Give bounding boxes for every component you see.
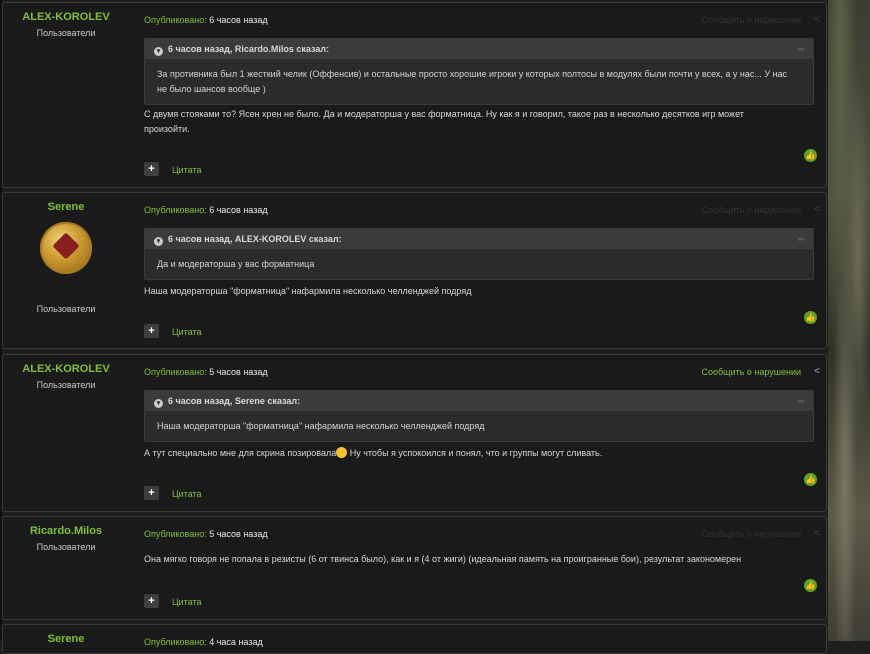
post-time[interactable]: 5 часов назад — [209, 529, 267, 539]
share-icon[interactable]: < — [814, 204, 820, 215]
published-label: Опубликовано: — [144, 15, 207, 25]
post-5: Serene Опубликовано: 4 часа назад — [2, 624, 827, 654]
published-label: Опубликовано: — [144, 367, 207, 377]
thumbs-up-icon[interactable]: 👍 — [804, 311, 817, 324]
report-button[interactable]: Сообщить о нарушении — [701, 15, 801, 25]
share-icon[interactable]: < — [814, 528, 820, 539]
post-time[interactable]: 6 часов назад — [209, 15, 267, 25]
post-time[interactable]: 6 часов назад — [209, 205, 267, 215]
quote-link-icon[interactable]: ➦ — [797, 391, 805, 411]
published-label: Опубликовано: — [144, 637, 207, 647]
post-author: Serene — [3, 625, 129, 645]
published-label: Опубликовано: — [144, 205, 207, 215]
post-text: С двумя стояками то? Ясен хрен не было. … — [144, 109, 744, 134]
post-text-part: А тут специально мне для скрина позирова… — [144, 448, 337, 458]
quote-text: Наша модераторша "форматница" нафармила … — [157, 421, 485, 431]
author-group: Пользователи — [36, 304, 96, 314]
quote-author: 6 часов назад, Ricardo.Milos сказал: — [168, 44, 330, 54]
plus-icon[interactable]: + — [144, 324, 159, 338]
author-name-link[interactable]: ALEX-KOROLEV — [3, 363, 129, 375]
post-time[interactable]: 5 часов назад — [209, 367, 267, 377]
post-author: ALEX-KOROLEV Пользователи — [3, 355, 129, 390]
report-button[interactable]: Сообщить о нарушении — [701, 205, 801, 215]
post-meta: Опубликовано: 5 часов назад — [144, 367, 268, 377]
quote-block: ▾ 6 часов назад, Serene сказал: ➦ Наша мо… — [144, 390, 814, 442]
post-text: Она мягко говоря не попала в резисты (6 … — [144, 554, 742, 564]
cite-button[interactable]: Цитата — [172, 489, 202, 499]
post-meta: Опубликовано: 4 часа назад — [144, 637, 263, 647]
avatar[interactable] — [40, 222, 92, 274]
author-name-link[interactable]: Serene — [3, 633, 129, 645]
post-author: Serene Пользователи — [3, 193, 129, 314]
thumbs-up-icon[interactable]: 👍 — [804, 473, 817, 486]
report-button[interactable]: Сообщить о нарушении — [701, 367, 801, 377]
chevron-down-icon[interactable]: ▾ — [154, 399, 163, 408]
post-author: ALEX-KOROLEV Пользователи — [3, 3, 129, 38]
post-3: ALEX-KOROLEV Пользователи Опубликовано: … — [2, 354, 827, 512]
share-icon[interactable]: < — [814, 14, 820, 25]
post-2: Serene Пользователи Опубликовано: 6 часо… — [2, 192, 827, 349]
chevron-down-icon[interactable]: ▾ — [154, 237, 163, 246]
background-artwork — [828, 0, 870, 641]
quote-author: 6 часов назад, ALEX-KOROLEV сказал: — [168, 234, 342, 244]
post-meta: Опубликовано: 5 часов назад — [144, 529, 268, 539]
thumbs-up-icon[interactable]: 👍 — [804, 579, 817, 592]
plus-icon[interactable]: + — [144, 486, 159, 500]
author-name-link[interactable]: Serene — [3, 201, 129, 213]
quote-link-icon[interactable]: ➦ — [797, 39, 805, 59]
quote-block: ▾ 6 часов назад, Ricardo.Milos сказал: ➦ … — [144, 38, 814, 105]
post-author: Ricardo.Milos Пользователи — [3, 517, 129, 552]
plus-icon[interactable]: + — [144, 162, 159, 176]
post-meta: Опубликовано: 6 часов назад — [144, 205, 268, 215]
chevron-down-icon[interactable]: ▾ — [154, 47, 163, 56]
quote-header[interactable]: ▾ 6 часов назад, Ricardo.Milos сказал: ➦ — [145, 39, 813, 59]
post-4: Ricardo.Milos Пользователи Опубликовано:… — [2, 516, 827, 620]
quote-text: За противника был 1 жесткий челик (Оффен… — [157, 69, 788, 94]
quote-text: Да и модераторша у вас форматница — [157, 259, 315, 269]
share-icon[interactable]: < — [814, 366, 820, 377]
quote-block: ▾ 6 часов назад, ALEX-KOROLEV сказал: ➦ Д… — [144, 228, 814, 280]
author-name-link[interactable]: Ricardo.Milos — [3, 525, 129, 537]
author-group: Пользователи — [36, 380, 96, 390]
post-text-part: Ну чтобы я успокоился и понял, что и гру… — [347, 448, 603, 458]
quote-link-icon[interactable]: ➦ — [797, 229, 805, 249]
cite-button[interactable]: Цитата — [172, 597, 202, 607]
cite-button[interactable]: Цитата — [172, 327, 202, 337]
thumbs-up-icon[interactable]: 👍 — [804, 149, 817, 162]
author-name-link[interactable]: ALEX-KOROLEV — [3, 11, 129, 23]
post-1: ALEX-KOROLEV Пользователи Опубликовано: … — [2, 2, 827, 188]
author-group: Пользователи — [36, 542, 96, 552]
grinning-emoji-icon — [336, 447, 348, 458]
post-text: А тут специально мне для скрина позирова… — [144, 446, 784, 461]
post-text: Наша модераторша "форматница" нафармила … — [144, 286, 472, 296]
report-button[interactable]: Сообщить о нарушении — [701, 529, 801, 539]
author-group: Пользователи — [36, 28, 96, 38]
quote-header[interactable]: ▾ 6 часов назад, ALEX-KOROLEV сказал: ➦ — [145, 229, 813, 249]
post-meta: Опубликовано: 6 часов назад — [144, 15, 268, 25]
published-label: Опубликовано: — [144, 529, 207, 539]
post-time[interactable]: 4 часа назад — [209, 637, 262, 647]
plus-icon[interactable]: + — [144, 594, 159, 608]
cite-button[interactable]: Цитата — [172, 165, 202, 175]
quote-header[interactable]: ▾ 6 часов назад, Serene сказал: ➦ — [145, 391, 813, 411]
quote-author: 6 часов назад, Serene сказал: — [168, 396, 301, 406]
